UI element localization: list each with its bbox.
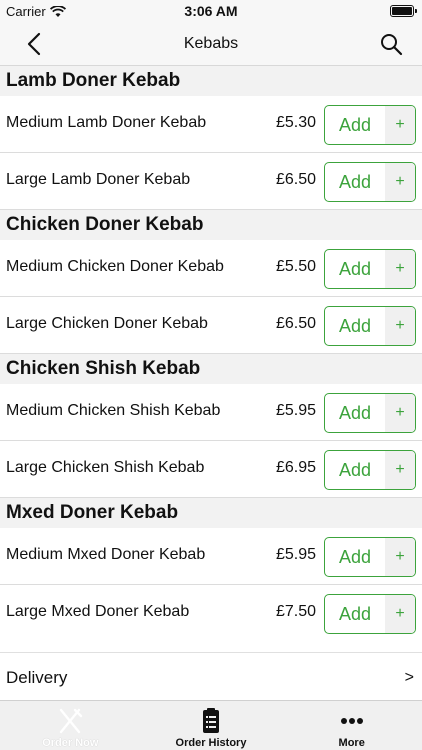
tab-more[interactable]: More [281,701,422,750]
add-label: Add [338,316,372,336]
add-to-order-button[interactable]: Add + [324,450,416,490]
section-header: Mxed Doner Kebab [0,498,422,528]
tab-label: Order Now [42,737,99,749]
add-label: Add [338,604,372,624]
plus-icon: + [385,307,415,345]
add-to-order-button[interactable]: Add + [324,105,416,145]
item-name: Large Lamb Doner Kebab [6,171,191,188]
menu-item-row[interactable]: Medium Lamb Doner Kebab £5.30 Add + [0,96,422,153]
add-label: Add [338,403,372,423]
delivery-bar[interactable]: Delivery > [0,652,422,700]
add-label: Add [338,115,372,135]
add-label: Add [338,259,372,279]
add-to-order-button[interactable]: Add + [324,306,416,346]
ellipsis-icon [340,718,363,724]
tab-order-history[interactable]: Order History [141,701,282,750]
add-label: Add [338,547,372,567]
item-price: £5.95 [275,402,316,419]
tab-label: More [338,737,365,749]
item-name: Medium Lamb Doner Kebab [6,114,207,131]
menu-item-row[interactable]: Medium Chicken Doner Kebab £5.50 Add + [0,240,422,297]
fork-knife-icon [60,708,83,734]
add-label: Add [338,460,372,480]
status-time: 3:06 AM [184,3,238,19]
search-icon[interactable] [378,31,404,57]
delivery-label: Delivery [6,668,68,687]
item-price: £5.30 [275,114,316,131]
clipboard-icon [203,708,219,733]
tab-bar: Order Now Order History More [0,700,422,750]
add-to-order-button[interactable]: Add + [324,594,416,634]
plus-icon: + [385,538,415,576]
add-to-order-button[interactable]: Add + [324,162,416,202]
plus-icon: + [385,394,415,432]
menu-item-row[interactable]: Medium Mxed Doner Kebab £5.95 Add + [0,528,422,585]
item-name: Large Chicken Doner Kebab [6,315,208,332]
menu-list[interactable]: Lamb Doner Kebab Medium Lamb Doner Kebab £… [0,66,422,652]
section-header: Chicken Doner Kebab [0,210,422,240]
plus-icon: + [385,250,415,288]
item-price: £6.50 [275,171,316,188]
item-price: £6.50 [275,315,316,332]
item-name: Large Mxed Doner Kebab [6,603,190,620]
plus-icon: + [385,163,415,201]
menu-item-row[interactable]: Large Chicken Doner Kebab £6.50 Add + [0,297,422,354]
item-price: £6.95 [275,459,316,476]
tab-label: Order History [175,737,247,749]
menu-item-row[interactable]: Large Chicken Shish Kebab £6.95 Add + [0,441,422,498]
tab-order-now[interactable]: Order Now [0,701,141,750]
status-bar: Carrier 3:06 AM [0,0,422,22]
battery-icon [390,5,417,17]
item-name: Medium Chicken Shish Kebab [6,402,221,419]
plus-icon: + [385,451,415,489]
menu-item-row[interactable]: Large Lamb Doner Kebab £6.50 Add + [0,153,422,210]
item-price: £5.95 [275,546,316,563]
section-header: Lamb Doner Kebab [0,66,422,96]
delivery-arrow-icon: > [404,669,414,686]
item-price: £5.50 [275,258,316,275]
add-to-order-button[interactable]: Add + [324,537,416,577]
menu-item-row[interactable]: Large Mxed Doner Kebab £7.50 Add + [0,585,422,642]
menu-item-row[interactable]: Medium Chicken Shish Kebab £5.95 Add + [0,384,422,441]
plus-icon: + [385,595,415,633]
navigation-bar: Kebabs [0,22,422,66]
page-title: Kebabs [183,35,239,52]
item-name: Large Chicken Shish Kebab [6,459,205,476]
add-to-order-button[interactable]: Add + [324,249,416,289]
item-name: Medium Mxed Doner Kebab [6,546,206,563]
add-to-order-button[interactable]: Add + [324,393,416,433]
section-header: Chicken Shish Kebab [0,354,422,384]
item-name: Medium Chicken Doner Kebab [6,258,224,275]
add-label: Add [338,172,372,192]
item-price: £7.50 [275,603,316,620]
plus-icon: + [385,106,415,144]
